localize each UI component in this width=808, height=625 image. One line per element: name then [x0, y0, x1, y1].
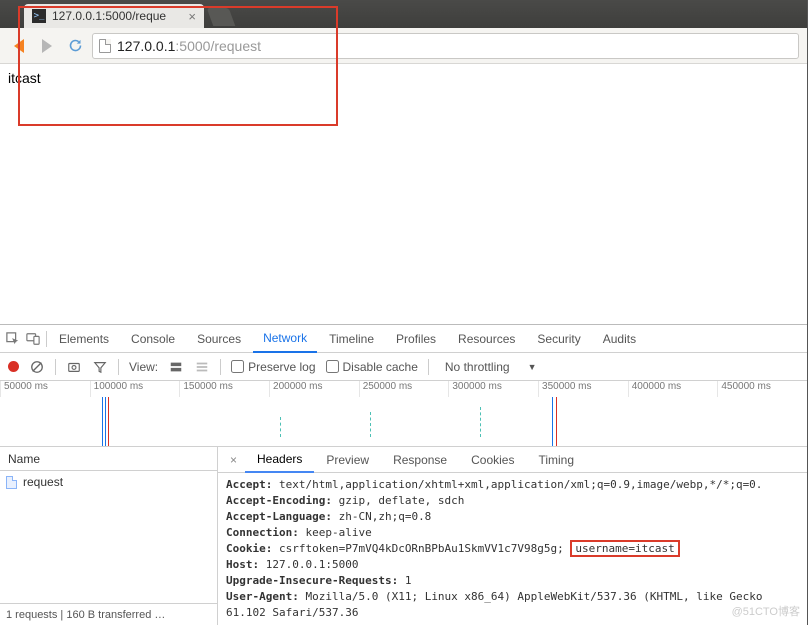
record-icon[interactable]	[8, 361, 19, 372]
headers-content[interactable]: Accept: text/html,application/xhtml+xml,…	[218, 473, 807, 625]
network-status-bar: 1 requests | 160 B transferred …	[0, 603, 217, 625]
view-label: View:	[129, 360, 158, 374]
devtools-tabs: Elements Console Sources Network Timelin…	[0, 325, 807, 353]
filter-icon[interactable]	[92, 359, 108, 375]
request-detail: × Headers Preview Response Cookies Timin…	[218, 447, 807, 625]
timeline-tick: 400000 ms	[628, 381, 718, 397]
timeline-tick: 350000 ms	[538, 381, 628, 397]
close-icon[interactable]: ×	[188, 9, 196, 24]
address-bar[interactable]: 127.0.0.1:5000/request	[92, 33, 799, 59]
timeline-tick: 100000 ms	[90, 381, 180, 397]
network-toolbar: View: Preserve log Disable cache No thro…	[0, 353, 807, 381]
subtab-timing[interactable]: Timing	[526, 447, 586, 473]
arrow-left-icon	[14, 39, 24, 53]
tab-elements[interactable]: Elements	[49, 325, 119, 353]
subtab-cookies[interactable]: Cookies	[459, 447, 526, 473]
tab-profiles[interactable]: Profiles	[386, 325, 446, 353]
request-list-header[interactable]: Name	[0, 447, 217, 471]
subtab-headers[interactable]: Headers	[245, 447, 314, 473]
tab-title: 127.0.0.1:5000/reque	[52, 9, 182, 23]
page-content: itcast	[0, 64, 807, 324]
tab-security[interactable]: Security	[527, 325, 590, 353]
tab-audits[interactable]: Audits	[593, 325, 646, 353]
titlebar: >_ 127.0.0.1:5000/reque ×	[0, 0, 807, 28]
request-row[interactable]: request	[0, 471, 217, 493]
page-icon	[99, 39, 111, 53]
view-large-icon[interactable]	[168, 359, 184, 375]
close-detail-icon[interactable]: ×	[222, 453, 245, 467]
page-body-text: itcast	[8, 70, 41, 86]
network-timeline[interactable]: 50000 ms 100000 ms 150000 ms 200000 ms 2…	[0, 381, 807, 447]
timeline-tick: 300000 ms	[448, 381, 538, 397]
timeline-tick: 250000 ms	[359, 381, 449, 397]
arrow-right-icon	[42, 39, 52, 53]
capture-icon[interactable]	[66, 359, 82, 375]
annotation-box-cookie: username=itcast	[570, 540, 679, 557]
view-small-icon[interactable]	[194, 359, 210, 375]
throttling-select[interactable]: No throttling▼	[439, 360, 543, 374]
detail-subtabs: × Headers Preview Response Cookies Timin…	[218, 447, 807, 473]
request-list: Name request 1 requests | 160 B transfer…	[0, 447, 218, 625]
devtools: Elements Console Sources Network Timelin…	[0, 324, 807, 625]
clear-icon[interactable]	[29, 359, 45, 375]
terminal-icon: >_	[32, 9, 46, 23]
url-text: 127.0.0.1:5000/request	[117, 38, 261, 54]
tab-network[interactable]: Network	[253, 325, 317, 353]
browser-tab[interactable]: >_ 127.0.0.1:5000/reque ×	[24, 4, 204, 28]
forward-button[interactable]	[36, 35, 58, 57]
document-icon	[6, 476, 17, 489]
tab-sources[interactable]: Sources	[187, 325, 251, 353]
reload-icon	[68, 38, 83, 53]
preserve-log-checkbox[interactable]: Preserve log	[231, 360, 315, 374]
disable-cache-checkbox[interactable]: Disable cache	[326, 360, 418, 374]
tab-console[interactable]: Console	[121, 325, 185, 353]
timeline-tick: 150000 ms	[179, 381, 269, 397]
back-button[interactable]	[8, 35, 30, 57]
timeline-tick: 200000 ms	[269, 381, 359, 397]
timeline-chart	[0, 397, 807, 446]
subtab-response[interactable]: Response	[381, 447, 459, 473]
new-tab-button[interactable]	[207, 8, 236, 26]
reload-button[interactable]	[64, 35, 86, 57]
request-name: request	[23, 475, 63, 489]
chevron-down-icon: ▼	[528, 362, 537, 372]
inspect-icon[interactable]	[6, 332, 20, 346]
network-body: Name request 1 requests | 160 B transfer…	[0, 447, 807, 625]
subtab-preview[interactable]: Preview	[314, 447, 381, 473]
timeline-tick: 50000 ms	[0, 381, 90, 397]
browser-toolbar: 127.0.0.1:5000/request	[0, 28, 807, 64]
device-icon[interactable]	[26, 332, 40, 346]
timeline-tick: 450000 ms	[717, 381, 807, 397]
tab-timeline[interactable]: Timeline	[319, 325, 384, 353]
tab-resources[interactable]: Resources	[448, 325, 525, 353]
watermark: @51CTO博客	[732, 603, 800, 619]
browser-window: >_ 127.0.0.1:5000/reque × 127.0.0.1:5000…	[0, 0, 808, 625]
